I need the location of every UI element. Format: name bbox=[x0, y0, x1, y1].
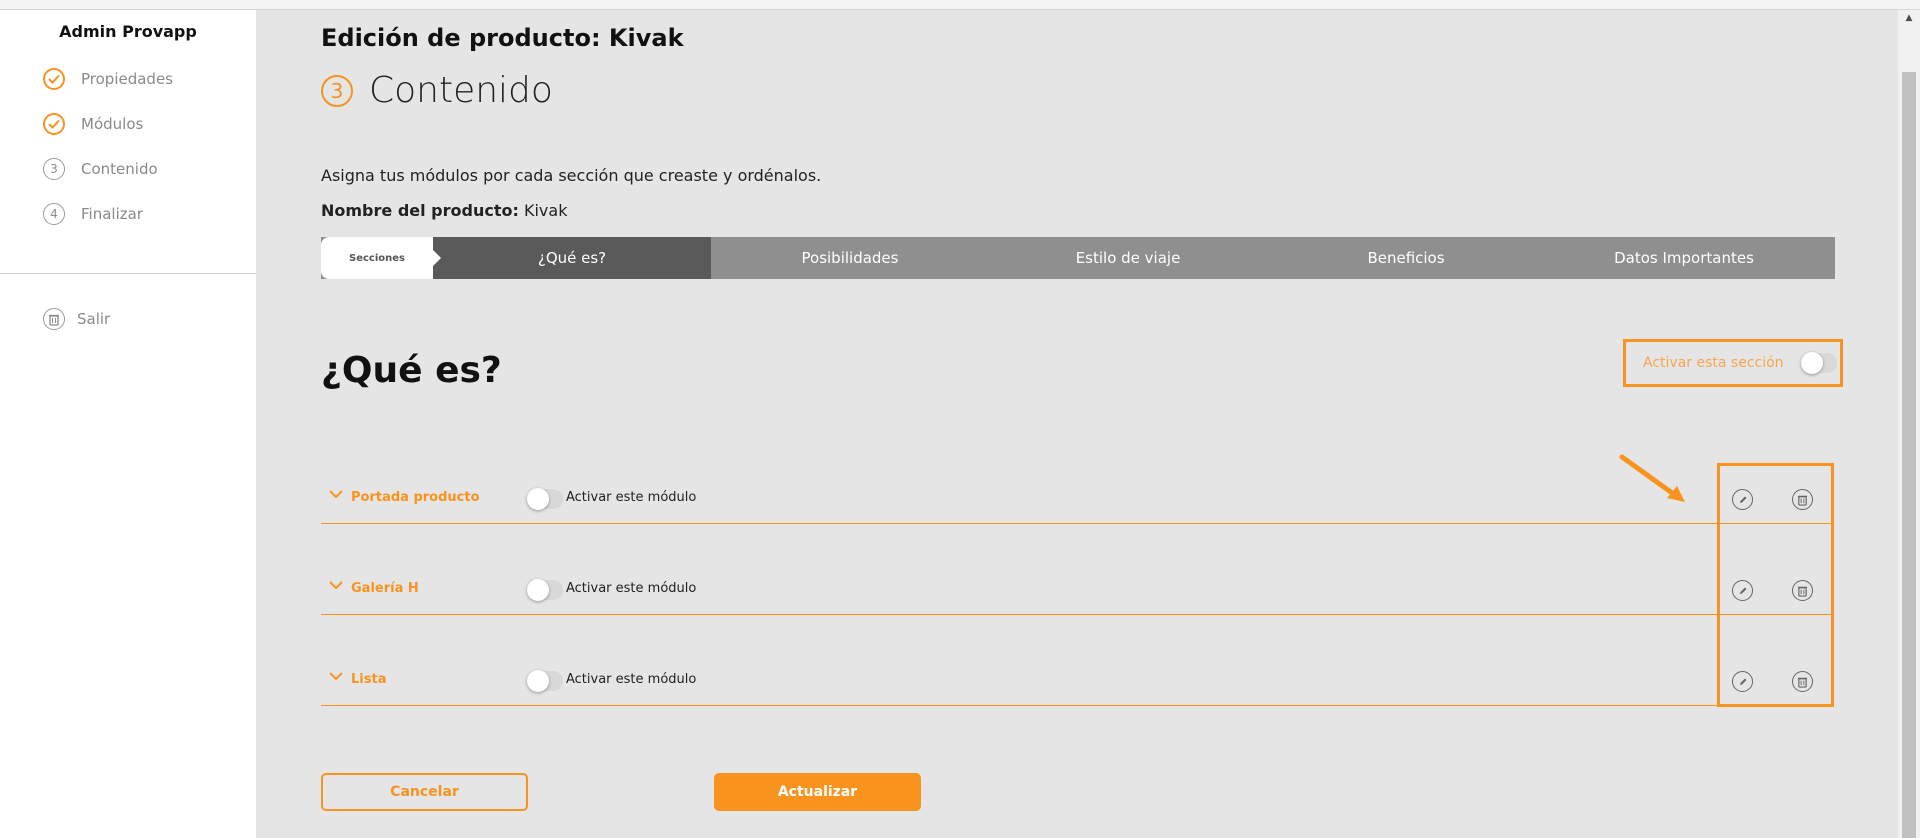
chevron-down-icon[interactable] bbox=[329, 581, 343, 590]
page-title: Edición de producto: Kivak bbox=[321, 24, 684, 52]
annotation-arrow-icon bbox=[1619, 454, 1685, 502]
step-number-icon: 4 bbox=[43, 203, 65, 225]
actions-highlight-box bbox=[1717, 463, 1834, 707]
sidebar-step-label: Propiedades bbox=[81, 70, 173, 88]
toggle-knob bbox=[527, 579, 549, 601]
activate-section-toggle[interactable] bbox=[1800, 352, 1837, 374]
module-name: Portada producto bbox=[351, 490, 480, 505]
section-tabs: Secciones ¿Qué es? Posibilidades Estilo … bbox=[321, 237, 1835, 279]
sidebar-divider bbox=[0, 273, 256, 274]
toggle-knob bbox=[1800, 352, 1823, 374]
module-toggle-label: Activar este módulo bbox=[566, 490, 697, 505]
activate-section-label: Activar esta sección bbox=[1643, 355, 1784, 371]
module-toggle-label: Activar este módulo bbox=[566, 581, 697, 596]
sidebar-step-label: Contenido bbox=[81, 160, 158, 178]
step-number-badge: 3 bbox=[321, 74, 353, 107]
product-name-line: Nombre del producto: Kivak bbox=[321, 201, 567, 220]
product-name-label: Nombre del producto: bbox=[321, 201, 519, 220]
chevron-down-icon[interactable] bbox=[329, 672, 343, 681]
toggle-knob bbox=[527, 670, 549, 692]
tab-posibilidades[interactable]: Posibilidades bbox=[711, 237, 989, 279]
tab-sections-label: Secciones bbox=[321, 237, 441, 279]
module-name: Lista bbox=[351, 672, 387, 687]
module-toggle[interactable] bbox=[527, 579, 563, 601]
step-number-icon: 3 bbox=[43, 158, 65, 180]
tab-datos-importantes[interactable]: Datos Importantes bbox=[1545, 237, 1823, 279]
module-toggle[interactable] bbox=[527, 488, 563, 510]
toggle-knob bbox=[527, 488, 549, 510]
update-button[interactable]: Actualizar bbox=[714, 773, 921, 811]
module-row: Lista Activar este módulo bbox=[321, 656, 1831, 706]
module-toggle-label: Activar este módulo bbox=[566, 672, 697, 687]
cancel-button[interactable]: Cancelar bbox=[321, 773, 528, 811]
sidebar-step-label: Finalizar bbox=[81, 205, 143, 223]
check-circle-icon bbox=[43, 68, 65, 90]
instructions-text: Asigna tus módulos por cada sección que … bbox=[321, 166, 822, 185]
chevron-down-icon[interactable] bbox=[329, 490, 343, 499]
tab-beneficios[interactable]: Beneficios bbox=[1267, 237, 1545, 279]
app-title: Admin Provapp bbox=[59, 22, 197, 41]
scrollbar-thumb[interactable] bbox=[1902, 72, 1916, 838]
product-name-value: Kivak bbox=[523, 201, 568, 220]
check-circle-icon bbox=[43, 113, 65, 135]
section-title: ¿Qué es? bbox=[321, 350, 502, 391]
sidebar-step-finalizar[interactable]: 4 Finalizar bbox=[43, 203, 143, 225]
sidebar-step-modulos[interactable]: Módulos bbox=[43, 113, 143, 135]
module-name: Galería H bbox=[351, 581, 419, 596]
activate-section-control: Activar esta sección bbox=[1623, 339, 1843, 387]
step-title: Contenido bbox=[369, 70, 553, 111]
sidebar-step-label: Módulos bbox=[81, 115, 144, 133]
browser-top-strip bbox=[0, 0, 1920, 10]
module-toggle[interactable] bbox=[527, 670, 563, 692]
step-heading: 3 Contenido bbox=[321, 70, 553, 111]
logout-label: Salir bbox=[77, 310, 111, 328]
tab-estilo-de-viaje[interactable]: Estilo de viaje bbox=[989, 237, 1267, 279]
trash-icon bbox=[43, 308, 65, 330]
sidebar: Admin Provapp Propiedades Módulos 3 Cont… bbox=[0, 10, 256, 838]
tab-que-es[interactable]: ¿Qué es? bbox=[433, 237, 711, 279]
module-row: Galería H Activar este módulo bbox=[321, 565, 1831, 615]
scroll-up-icon[interactable]: ▲ bbox=[1902, 12, 1916, 24]
logout-link[interactable]: Salir bbox=[43, 308, 110, 330]
module-row: Portada producto Activar este módulo bbox=[321, 474, 1831, 524]
sidebar-step-contenido[interactable]: 3 Contenido bbox=[43, 158, 158, 180]
sidebar-step-propiedades[interactable]: Propiedades bbox=[43, 68, 173, 90]
